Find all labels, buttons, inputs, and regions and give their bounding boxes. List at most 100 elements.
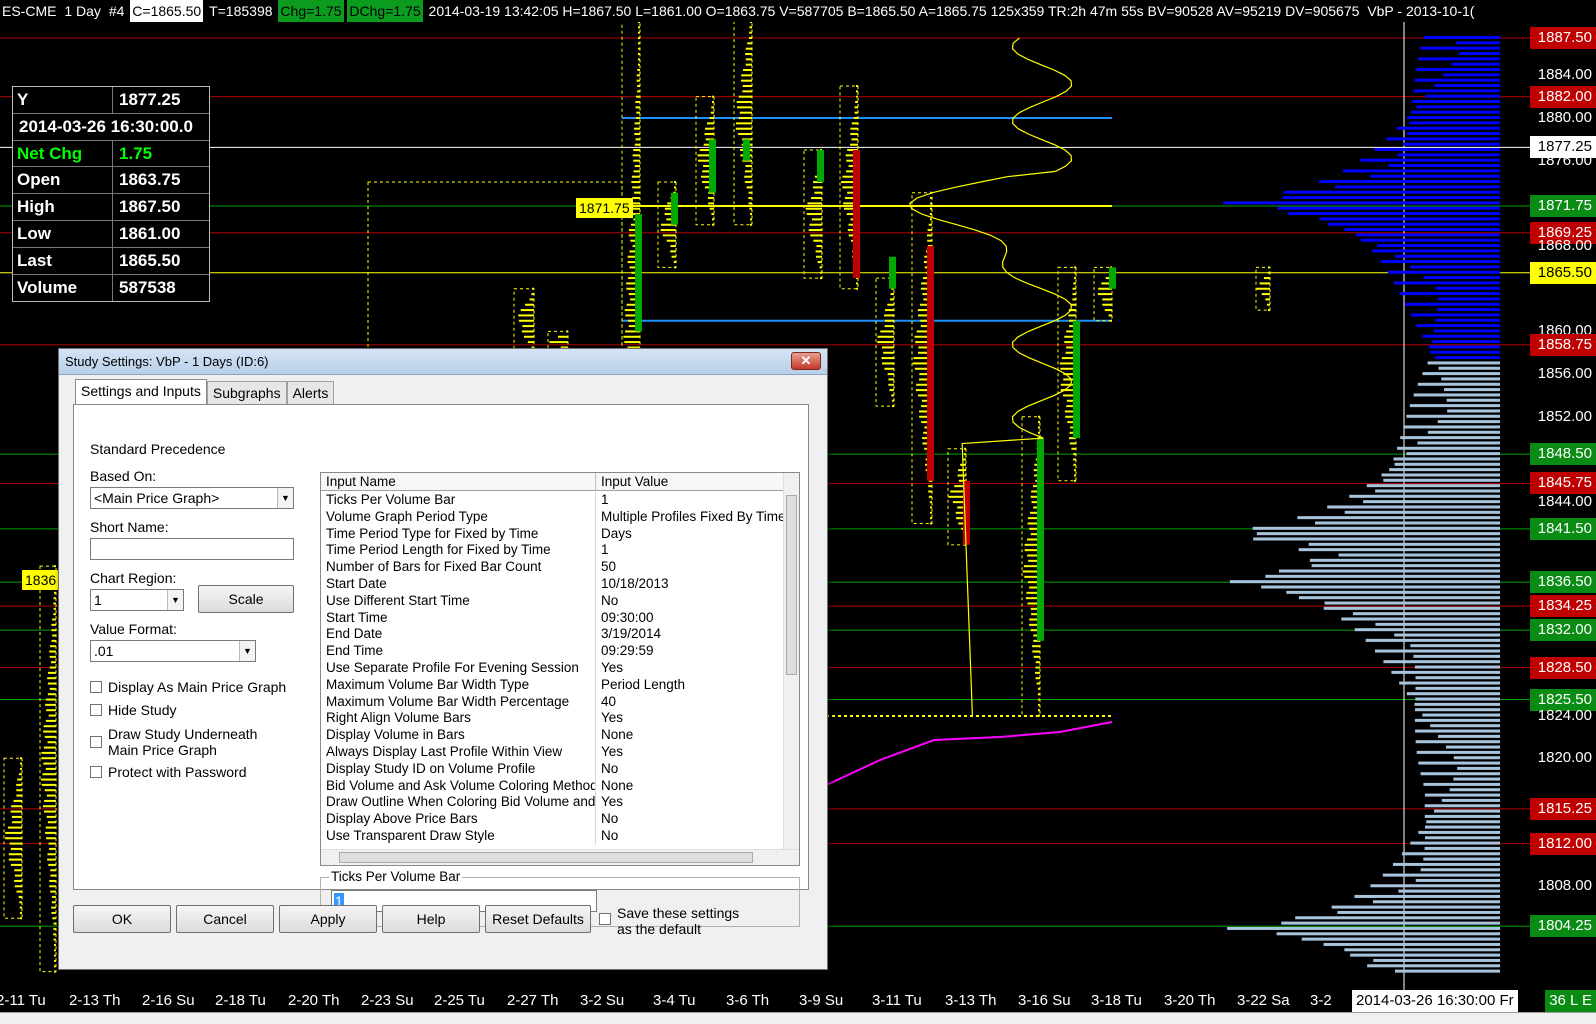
chart-region-select[interactable]: 1 ▼ bbox=[90, 589, 184, 611]
grid-row[interactable]: End Date 3/19/2014 bbox=[321, 626, 785, 644]
grid-row[interactable]: Number of Bars for Fixed Bar Count 50 bbox=[321, 559, 785, 576]
help-button[interactable]: Help bbox=[382, 905, 480, 933]
input-name-cell[interactable]: Draw Outline When Coloring Bid Volume an… bbox=[321, 794, 596, 812]
input-name-cell[interactable]: Use Different Start Time bbox=[321, 592, 596, 610]
input-name-cell[interactable]: End Time bbox=[321, 643, 596, 660]
display-main-checkbox[interactable]: Display As Main Price Graph bbox=[90, 679, 286, 695]
grid-row[interactable]: Time Period Length for Fixed by Time 1 bbox=[321, 542, 785, 560]
volume-profile-bar bbox=[1417, 441, 1500, 445]
col-input-name[interactable]: Input Name bbox=[321, 473, 596, 490]
input-name-cell[interactable]: Display Study ID on Volume Profile bbox=[321, 760, 596, 778]
grid-row[interactable]: Maximum Volume Bar Width Percentage 40 bbox=[321, 693, 785, 711]
input-value-cell[interactable]: No bbox=[596, 811, 785, 828]
input-name-cell[interactable]: Use Separate Profile For Evening Session bbox=[321, 659, 596, 677]
input-name-cell[interactable]: Volume Graph Period Type bbox=[321, 508, 596, 526]
input-value-cell[interactable]: Yes bbox=[596, 710, 785, 727]
input-value-cell[interactable]: No bbox=[596, 761, 785, 778]
close-button[interactable]: ✕ bbox=[791, 352, 821, 370]
value-format-select[interactable]: .01 ▼ bbox=[90, 640, 256, 662]
scroll-thumb[interactable] bbox=[339, 852, 753, 863]
chart-scrollbar[interactable] bbox=[0, 1012, 1596, 1024]
time-axis[interactable]: 2-11 Tu 2-13 Th 2-16 Su 2-18 Tu 2-20 Th 2-23 … bbox=[0, 990, 1596, 1012]
grid-row[interactable]: Volume Graph Period Type Multiple Profile… bbox=[321, 508, 785, 526]
input-name-cell[interactable]: Maximum Volume Bar Width Percentage bbox=[321, 693, 596, 711]
input-value-cell[interactable]: 10/18/2013 bbox=[596, 576, 785, 593]
grid-row[interactable]: Ticks Per Volume Bar 1 bbox=[321, 492, 785, 509]
grid-row[interactable]: Bid Volume and Ask Volume Coloring Metho… bbox=[321, 777, 785, 795]
protect-password-checkbox[interactable]: Protect with Password bbox=[90, 764, 247, 780]
checkbox-box[interactable] bbox=[90, 766, 102, 778]
input-value-cell[interactable]: 50 bbox=[596, 559, 785, 576]
grid-row[interactable]: Right Align Volume Bars Yes bbox=[321, 710, 785, 728]
ok-button[interactable]: OK bbox=[73, 905, 171, 933]
checkbox-box[interactable] bbox=[90, 704, 102, 716]
scale-button[interactable]: Scale bbox=[198, 585, 294, 613]
based-on-select[interactable]: <Main Price Graph> ▼ bbox=[90, 487, 294, 509]
input-name-cell[interactable]: Start Time bbox=[321, 609, 596, 627]
dialog-titlebar[interactable]: Study Settings: VbP - 1 Days (ID:6) ✕ bbox=[59, 349, 827, 375]
input-value-cell[interactable]: 40 bbox=[596, 694, 785, 711]
tab-settings-and-inputs[interactable]: Settings and Inputs bbox=[75, 379, 207, 405]
input-value-cell[interactable]: Period Length bbox=[596, 677, 785, 694]
hide-study-checkbox[interactable]: Hide Study bbox=[90, 702, 176, 718]
inputs-grid[interactable]: Input Name Input Value Ticks Per Volume … bbox=[320, 472, 800, 866]
input-name-cell[interactable]: Display Above Price Bars bbox=[321, 811, 596, 828]
input-value-cell[interactable]: Yes bbox=[596, 660, 785, 677]
input-name-cell[interactable]: Start Date bbox=[321, 575, 596, 593]
grid-horizontal-scrollbar[interactable] bbox=[321, 849, 799, 865]
input-name-cell[interactable]: Ticks Per Volume Bar bbox=[321, 492, 596, 509]
input-value-cell[interactable]: None bbox=[596, 727, 785, 744]
input-value-cell[interactable]: No bbox=[596, 593, 785, 610]
study-settings-dialog[interactable]: Study Settings: VbP - 1 Days (ID:6) ✕ Se… bbox=[58, 348, 828, 970]
cancel-button[interactable]: Cancel bbox=[176, 905, 274, 933]
grid-row[interactable]: Use Separate Profile For Evening Session… bbox=[321, 659, 785, 677]
grid-row[interactable]: Draw Outline When Coloring Bid Volume an… bbox=[321, 794, 785, 812]
grid-row[interactable]: Maximum Volume Bar Width Type Period Leng… bbox=[321, 676, 785, 694]
apply-button[interactable]: Apply bbox=[279, 905, 377, 933]
input-name-cell[interactable]: Maximum Volume Bar Width Type bbox=[321, 676, 596, 694]
input-value-cell[interactable]: 1 bbox=[596, 542, 785, 559]
checkbox-box[interactable] bbox=[90, 736, 102, 748]
tab-alerts[interactable]: Alerts bbox=[286, 381, 335, 405]
input-name-cell[interactable]: Always Display Last Profile Within View bbox=[321, 743, 596, 761]
save-default-checkbox[interactable]: Save these settings as the default bbox=[599, 905, 739, 937]
input-value-cell[interactable]: 09:29:59 bbox=[596, 643, 785, 660]
input-name-cell[interactable]: Display Volume in Bars bbox=[321, 727, 596, 744]
input-name-cell[interactable]: Use Transparent Draw Style bbox=[321, 827, 596, 845]
input-value-cell[interactable]: No bbox=[596, 828, 785, 845]
input-value-cell[interactable]: Yes bbox=[596, 744, 785, 761]
col-input-value[interactable]: Input Value bbox=[596, 473, 668, 490]
grid-row[interactable]: Start Time 09:30:00 bbox=[321, 609, 785, 627]
checkbox-box[interactable] bbox=[90, 681, 102, 693]
grid-vertical-scrollbar[interactable] bbox=[783, 473, 799, 849]
input-value-cell[interactable]: 3/19/2014 bbox=[596, 626, 785, 643]
grid-row[interactable]: Always Display Last Profile Within View Y… bbox=[321, 743, 785, 761]
grid-row[interactable]: Display Study ID on Volume Profile No bbox=[321, 760, 785, 778]
input-name-cell[interactable]: Number of Bars for Fixed Bar Count bbox=[321, 559, 596, 576]
input-value-cell[interactable]: None bbox=[596, 778, 785, 795]
input-value-cell[interactable]: Yes bbox=[596, 794, 785, 811]
input-name-cell[interactable]: End Date bbox=[321, 626, 596, 644]
input-name-cell[interactable]: Bid Volume and Ask Volume Coloring Metho… bbox=[321, 777, 596, 795]
grid-row[interactable]: Use Transparent Draw Style No bbox=[321, 827, 785, 845]
grid-row[interactable]: Start Date 10/18/2013 bbox=[321, 575, 785, 593]
input-value-cell[interactable]: 1 bbox=[596, 492, 785, 509]
reset-defaults-button[interactable]: Reset Defaults bbox=[485, 905, 591, 933]
input-value-cell[interactable]: Multiple Profiles Fixed By Time bbox=[596, 509, 785, 526]
input-value-cell[interactable]: 09:30:00 bbox=[596, 610, 785, 627]
checkbox-box[interactable] bbox=[599, 913, 611, 925]
draw-underneath-checkbox[interactable]: Draw Study Underneath Main Price Graph bbox=[90, 726, 257, 758]
grid-row[interactable]: Use Different Start Time No bbox=[321, 592, 785, 610]
grid-row[interactable]: Time Period Type for Fixed by Time Days bbox=[321, 525, 785, 543]
data-window[interactable]: Y 1877.25 2014-03-26 16:30:00.0 Net Chg 1.… bbox=[12, 86, 210, 303]
grid-row[interactable]: Display Above Price Bars No bbox=[321, 811, 785, 828]
input-name-cell[interactable]: Right Align Volume Bars bbox=[321, 710, 596, 728]
grid-row[interactable]: End Time 09:29:59 bbox=[321, 643, 785, 660]
input-value-cell[interactable]: Days bbox=[596, 526, 785, 543]
tab-subgraphs[interactable]: Subgraphs bbox=[206, 381, 287, 405]
input-name-cell[interactable]: Time Period Type for Fixed by Time bbox=[321, 525, 596, 543]
scroll-thumb[interactable] bbox=[786, 495, 797, 675]
short-name-input[interactable] bbox=[90, 538, 294, 560]
input-name-cell[interactable]: Time Period Length for Fixed by Time bbox=[321, 542, 596, 560]
grid-row[interactable]: Display Volume in Bars None bbox=[321, 727, 785, 744]
